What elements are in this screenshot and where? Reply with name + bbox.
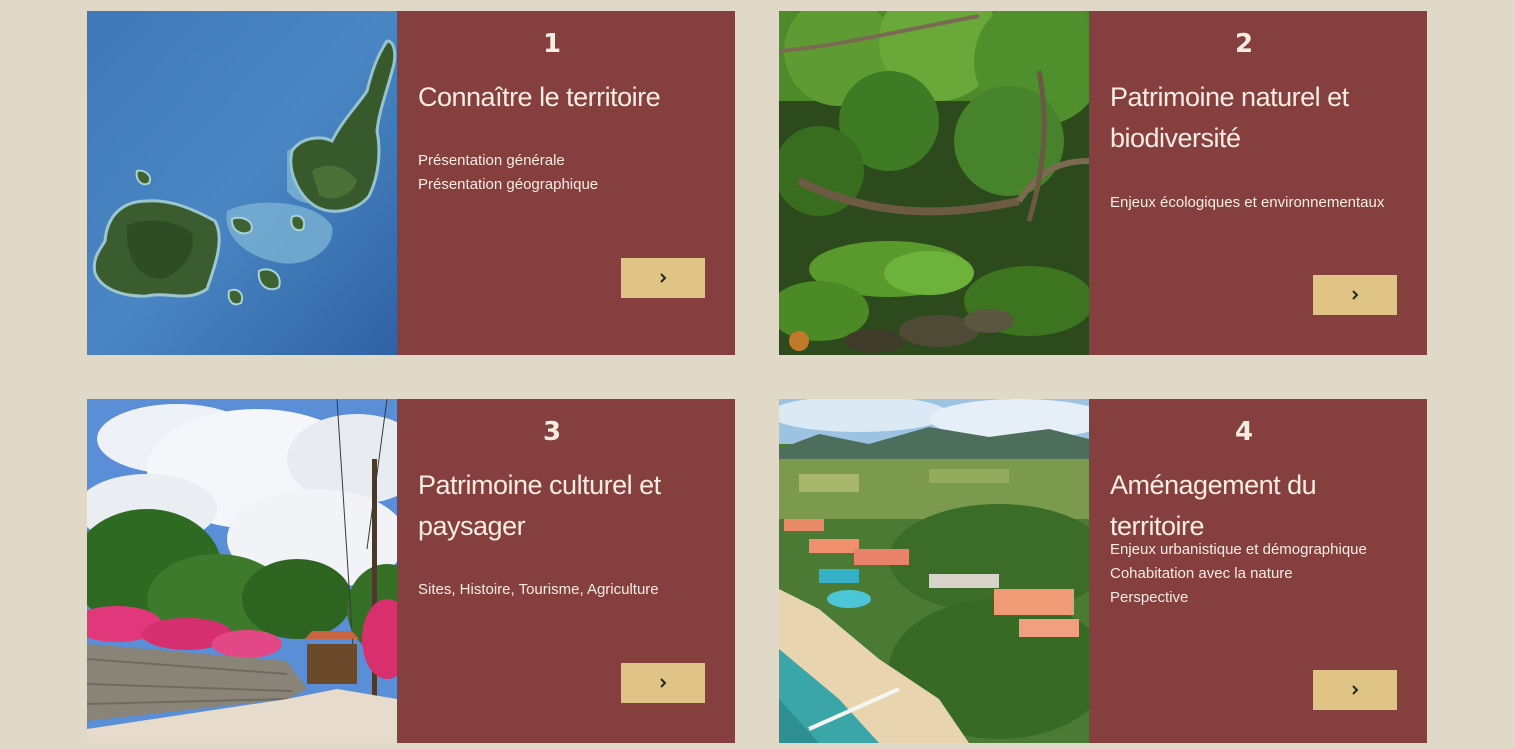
card-title: Aménagement du territoire — [1110, 470, 1317, 541]
card-4: 4 Aménagement du territoire Enjeux urban… — [779, 399, 1427, 743]
card-2-open-button[interactable] — [1313, 275, 1397, 315]
card-item: Cohabitation avec la nature — [1110, 565, 1293, 582]
chevron-right-icon — [1352, 685, 1359, 695]
chevron-right-icon — [660, 273, 667, 283]
card-2: 2 Patrimoine naturel et biodiversité Enj… — [779, 11, 1427, 355]
village-street-image — [87, 399, 397, 743]
card-items: Enjeux écologiques et environnementaux — [1110, 191, 1420, 215]
card-3-open-button[interactable] — [621, 663, 705, 703]
card-number: 2 — [1234, 29, 1254, 59]
card-3: 3 Patrimoine culturel et paysager Sites,… — [87, 399, 735, 743]
satellite-map-image — [87, 11, 397, 355]
card-title: Patrimoine naturel et biodiversité — [1110, 82, 1349, 153]
card-4-open-button[interactable] — [1313, 670, 1397, 710]
card-items: Sites, Histoire, Tourisme, Agriculture — [418, 578, 728, 602]
card-number: 4 — [1234, 417, 1254, 447]
card-item: Présentation géographique — [418, 176, 599, 193]
chevron-right-icon — [660, 678, 667, 688]
card-1: 1 Connaître le territoire Présentation g… — [87, 11, 735, 355]
card-panel: 3 Patrimoine culturel et paysager Sites,… — [397, 399, 735, 743]
card-number: 3 — [542, 417, 562, 447]
card-1-open-button[interactable] — [621, 258, 705, 298]
card-title: Connaître le territoire — [418, 82, 661, 112]
card-item: Sites, Histoire, Tourisme, Agriculture — [418, 581, 659, 598]
card-panel: 2 Patrimoine naturel et biodiversité Enj… — [1089, 11, 1427, 355]
card-item: Enjeux écologiques et environnementaux — [1110, 194, 1385, 211]
card-item: Présentation générale — [418, 152, 565, 169]
card-number: 1 — [542, 29, 562, 59]
card-item: Enjeux urbanistique et démographique — [1110, 541, 1367, 558]
card-items: Enjeux urbanistique et démographique Coh… — [1110, 538, 1420, 610]
card-title: Patrimoine culturel et paysager — [418, 470, 661, 541]
card-panel: 4 Aménagement du territoire Enjeux urban… — [1089, 399, 1427, 743]
card-item: Perspective — [1110, 589, 1189, 606]
chevron-right-icon — [1352, 290, 1359, 300]
card-panel: 1 Connaître le territoire Présentation g… — [397, 11, 735, 355]
forest-image — [779, 11, 1089, 355]
card-items: Présentation générale Présentation géogr… — [418, 149, 728, 197]
aerial-resort-image — [779, 399, 1089, 743]
